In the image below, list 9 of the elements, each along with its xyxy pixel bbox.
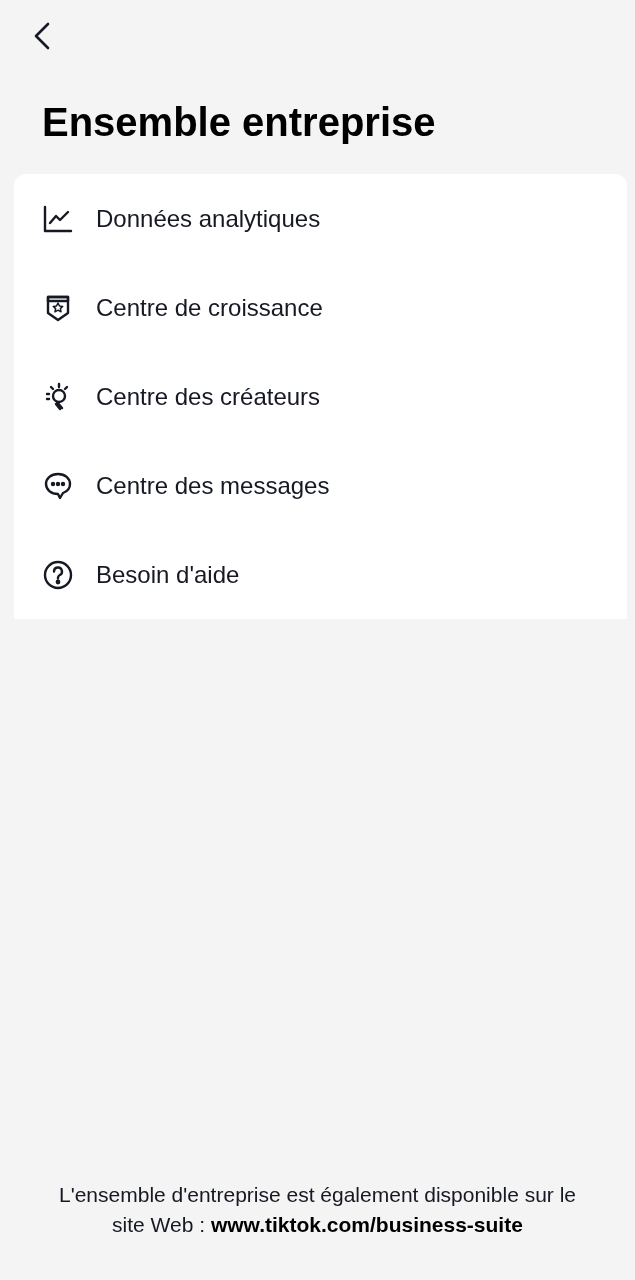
page-title: Ensemble entreprise [42, 99, 437, 146]
menu-item[interactable]: Besoin d'aide [14, 530, 627, 619]
menu-item[interactable]: Centre des créateurs [14, 352, 627, 441]
menu-item[interactable]: Données analytiques [14, 174, 627, 263]
menu-item[interactable]: Centre des messages [14, 441, 627, 530]
menu-item[interactable]: Centre de croissance [14, 263, 627, 352]
help-icon [42, 558, 74, 591]
footer-text: L'ensemble d'entreprise est également disponible sur le site Web : www.tiktok.com/business-suite [58, 1182, 577, 1238]
website-link[interactable]: www.tiktok.com/business-suite [210, 1213, 523, 1236]
